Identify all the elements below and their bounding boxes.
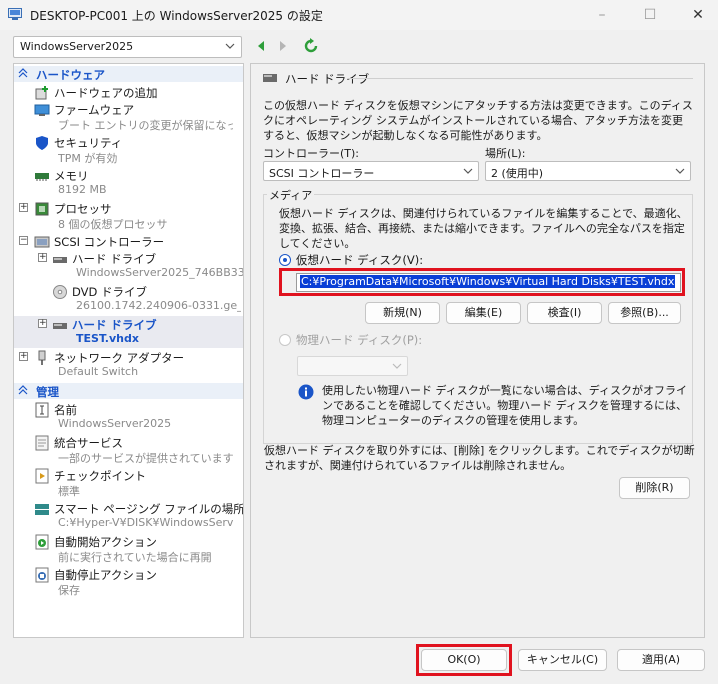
network-adapter-icon: [38, 350, 46, 365]
name-icon: [35, 402, 49, 418]
auto-stop-icon: [35, 567, 49, 583]
vm-selector[interactable]: WindowsServer2025: [13, 36, 242, 58]
new-button[interactable]: 新規(N): [365, 302, 440, 324]
tree-item-checkpoint[interactable]: チェックポイント 標準: [14, 467, 243, 499]
tree-item-scsi-controller[interactable]: − SCSI コントローラー: [14, 233, 243, 249]
vm-settings-icon: [8, 8, 22, 20]
hardware-section-header[interactable]: ハードウェア: [14, 66, 243, 82]
vhd-radio[interactable]: [279, 254, 291, 266]
back-arrow-icon[interactable]: [253, 38, 269, 54]
chevron-down-icon: [225, 43, 235, 49]
settings-tree: ハードウェア ハードウェアの追加 ファームウェア ブート エントリの変更が保留に…: [13, 63, 244, 638]
chevron-down-icon: [463, 168, 473, 174]
media-description: 仮想ハード ディスクは、関連付けられているファイルを編集することで、最適化、変換…: [279, 207, 688, 250]
maximize-button[interactable]: ☐: [640, 6, 660, 24]
physical-disk-info: 使用したい物理ハード ディスクが一覧にない場合は、ディスクがオフラインであること…: [322, 384, 687, 427]
shield-icon: [36, 136, 48, 150]
remove-button[interactable]: 削除(R): [619, 477, 690, 499]
management-section-header[interactable]: 管理: [14, 383, 243, 399]
cancel-button[interactable]: キャンセル(C): [518, 649, 607, 671]
location-label: 場所(L):: [485, 147, 526, 160]
hard-drive-icon: [53, 323, 67, 329]
tree-item-name[interactable]: 名前 WindowsServer2025: [14, 401, 243, 433]
tree-item-firmware[interactable]: ファームウェア ブート エントリの変更が保留になって...: [14, 101, 243, 133]
tree-item-add-hardware[interactable]: ハードウェアの追加: [14, 84, 243, 100]
minimize-button[interactable]: –: [592, 6, 612, 24]
checkpoint-icon: [35, 468, 49, 484]
divider: [348, 78, 693, 79]
collapse-icon: [18, 385, 28, 395]
panel-title: ハード ドライブ: [285, 72, 370, 86]
tree-item-hard-drive-2[interactable]: + ハード ドライブ TEST.vhdx: [14, 316, 243, 348]
remove-description: 仮想ハード ディスクを取り外すには、[削除] をクリックします。これでディスクが…: [264, 444, 695, 472]
tree-item-dvd-drive[interactable]: DVD ドライブ 26100.1742.240906-0331.ge_...: [14, 283, 243, 315]
window-title: DESKTOP-PC001 上の WindowsServer2025 の設定: [30, 9, 323, 23]
expand-icon[interactable]: +: [19, 352, 28, 361]
tree-item-auto-start[interactable]: 自動開始アクション 前に実行されていた場合に再開: [14, 533, 243, 565]
tree-item-security[interactable]: セキュリティ TPM が有効: [14, 134, 243, 166]
scsi-controller-icon: [34, 236, 50, 248]
physical-disk-radio[interactable]: [279, 334, 291, 346]
vm-selector-value: WindowsServer2025: [20, 40, 134, 53]
tree-item-memory[interactable]: メモリ 8192 MB: [14, 167, 243, 199]
close-button[interactable]: ✕: [688, 6, 708, 24]
tree-item-network-adapter[interactable]: + ネットワーク アダプター Default Switch: [14, 349, 243, 381]
dvd-icon: [53, 285, 67, 299]
ok-button[interactable]: OK(O): [421, 649, 507, 671]
chevron-down-icon: [392, 363, 402, 369]
title-bar: DESKTOP-PC001 上の WindowsServer2025 の設定 –…: [0, 0, 718, 30]
refresh-icon[interactable]: [303, 38, 319, 54]
expand-icon[interactable]: +: [38, 319, 47, 328]
memory-icon: [35, 173, 49, 181]
collapse-icon: [18, 68, 28, 78]
forward-arrow-icon[interactable]: [275, 38, 291, 54]
processor-icon: [35, 202, 49, 216]
browse-button[interactable]: 参照(B)...: [608, 302, 681, 324]
collapse-tree-icon[interactable]: −: [19, 236, 28, 245]
controller-label: コントローラー(T):: [263, 147, 360, 160]
expand-icon[interactable]: +: [38, 253, 47, 262]
add-hardware-icon: [35, 86, 48, 100]
hard-drive-settings-panel: ハード ドライブ この仮想ハード ディスクを仮想マシンにアタッチする方法は変更で…: [250, 63, 705, 638]
auto-start-icon: [35, 534, 49, 550]
expand-icon[interactable]: +: [19, 203, 28, 212]
edit-button[interactable]: 編集(E): [446, 302, 521, 324]
controller-select[interactable]: SCSI コントローラー: [263, 161, 479, 181]
location-select[interactable]: 2 (使用中): [485, 161, 691, 181]
vhd-path-input[interactable]: C:¥ProgramData¥Microsoft¥Windows¥Virtual…: [296, 273, 681, 292]
hard-drive-icon: [53, 257, 67, 263]
chevron-down-icon: [675, 168, 685, 174]
inspect-button[interactable]: 検査(I): [527, 302, 602, 324]
tree-item-smart-paging[interactable]: スマート ページング ファイルの場所 C:¥Hyper-V¥DISK¥Windo…: [14, 500, 243, 532]
integration-services-icon: [35, 435, 49, 451]
tree-item-auto-stop[interactable]: 自動停止アクション 保存: [14, 566, 243, 598]
tree-item-processor[interactable]: + プロセッサ 8 個の仮想プロセッサ: [14, 200, 243, 232]
tree-item-integration-services[interactable]: 統合サービス 一部のサービスが提供されています: [14, 434, 243, 466]
info-icon: [298, 384, 314, 400]
physical-disk-radio-label: 物理ハード ディスク(P):: [296, 333, 423, 347]
panel-description: この仮想ハード ディスクを仮想マシンにアタッチする方法は変更できます。このディス…: [263, 99, 693, 142]
media-label: メディア: [267, 187, 315, 203]
physical-disk-select[interactable]: [297, 356, 408, 376]
apply-button[interactable]: 適用(A): [617, 649, 705, 671]
hard-drive-icon: [263, 74, 277, 82]
smart-paging-icon: [35, 504, 49, 515]
tree-item-hard-drive-1[interactable]: + ハード ドライブ WindowsServer2025_746BB33...: [14, 250, 243, 282]
vhd-radio-label: 仮想ハード ディスク(V):: [296, 253, 424, 267]
firmware-icon: [34, 104, 50, 116]
